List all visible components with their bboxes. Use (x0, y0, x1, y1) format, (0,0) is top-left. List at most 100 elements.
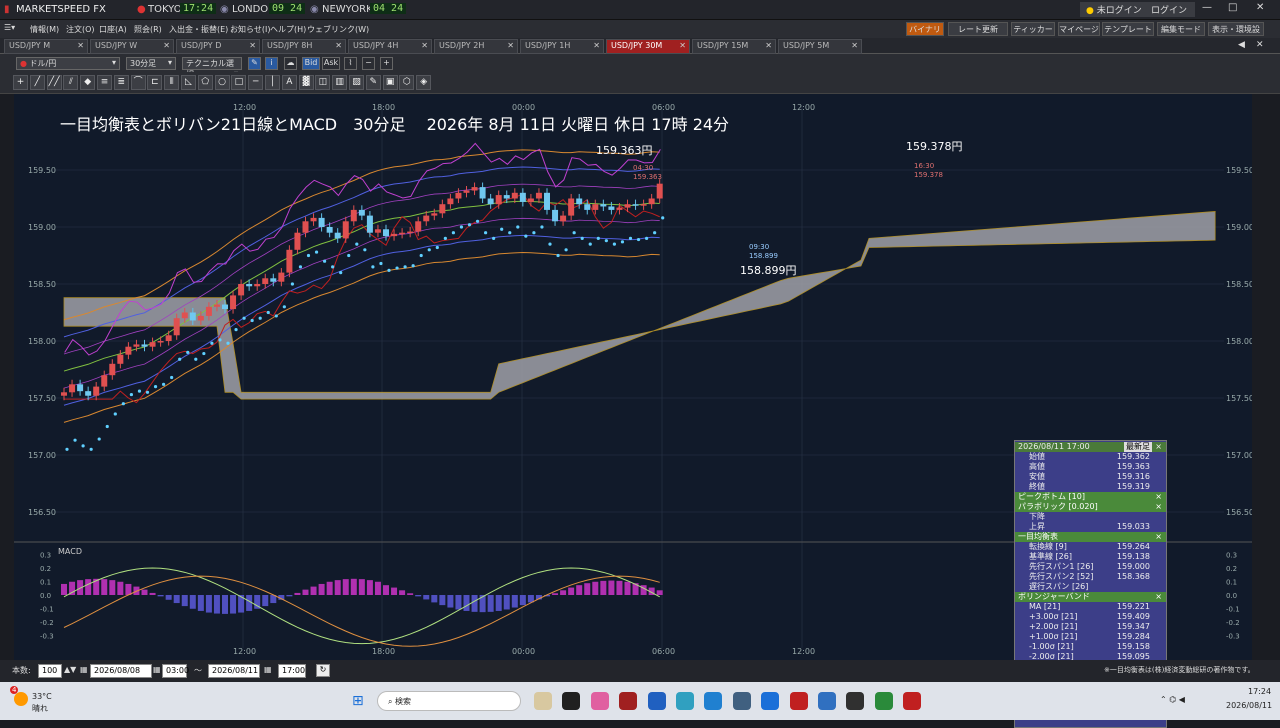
pen-icon[interactable]: ✎ (248, 57, 261, 70)
tray-icons[interactable]: ⌃ ⌬ ◀ (1160, 695, 1185, 704)
text-icon[interactable]: A (281, 75, 297, 90)
login-button[interactable]: ログイン (1143, 2, 1196, 17)
save-icon[interactable]: ▣ (382, 75, 398, 90)
menu-icon[interactable]: ☰▾ (4, 23, 15, 32)
chart-tab[interactable]: USD/JPY M ✕ (4, 39, 88, 54)
calendar-icon-from[interactable]: ▦ (80, 665, 88, 674)
menu-right-item[interactable]: テンプレート (1102, 22, 1154, 36)
menu-item[interactable]: 口座(A) (99, 24, 127, 35)
file-explorer-icon[interactable] (534, 692, 552, 710)
photos-icon[interactable] (704, 692, 723, 710)
menu-right-item[interactable]: マイページ (1058, 22, 1100, 36)
chart-tab[interactable]: USD/JPY 15M ✕ (692, 39, 776, 54)
trend-line-icon[interactable]: ╱ (29, 75, 45, 90)
shape-icon[interactable]: ◈ (416, 75, 432, 90)
to-date-input[interactable]: 2026/08/11 (208, 664, 260, 678)
eraser-icon[interactable]: ◆ (80, 75, 96, 90)
menu-right-item[interactable]: バイナリー (906, 22, 944, 48)
arc-icon[interactable]: ⌒ (130, 75, 146, 90)
mcafee-icon[interactable] (789, 692, 808, 710)
zoom-out-icon[interactable]: − (362, 57, 375, 70)
chart-tab[interactable]: USD/JPY 1H ✕ (520, 39, 604, 54)
tab-close-icon[interactable]: ✕ (765, 41, 772, 50)
menu-item[interactable]: お知らせ(I) (230, 24, 270, 35)
paste-icon[interactable]: ▥ (332, 75, 348, 90)
weather-icon[interactable] (14, 692, 28, 706)
tab-close-icon[interactable]: ✕ (421, 41, 428, 50)
fill-icon[interactable]: ▓ (298, 75, 314, 90)
vertical-line-icon[interactable]: │ (265, 75, 280, 90)
tab-scroll-left-icon[interactable]: ◀ (1238, 40, 1245, 50)
tab-close-icon[interactable]: ✕ (163, 41, 170, 50)
to-time-input[interactable]: 17:00 (278, 664, 306, 678)
crosshair-icon[interactable]: + (13, 75, 28, 90)
chart-tab[interactable]: USD/JPY 2H ✕ (434, 39, 518, 54)
chart-tab[interactable]: USD/JPY W ✕ (90, 39, 174, 54)
tab-close-icon[interactable]: ✕ (679, 41, 686, 50)
close-icon[interactable]: × (1155, 502, 1162, 512)
count-input[interactable]: 100 (38, 664, 62, 678)
from-time-input[interactable]: 03:00 (162, 664, 189, 678)
bid-button[interactable]: Bid (302, 57, 320, 70)
edge-icon[interactable] (676, 692, 694, 710)
close-button[interactable]: ✕ (1256, 2, 1264, 13)
close-icon[interactable]: × (1155, 442, 1162, 452)
menu-right-item[interactable]: レート更新 (948, 22, 1008, 36)
technical-select[interactable]: テクニカル選択▾ (182, 57, 242, 79)
menu-item[interactable]: ウェブリンク(W) (307, 24, 369, 35)
menu-right-item[interactable]: 編集モード (1157, 22, 1205, 36)
chrome-icon[interactable] (874, 692, 893, 710)
interval-select[interactable]: 30分足 ▾ (126, 57, 176, 70)
undo-icon[interactable]: ▨ (349, 75, 364, 90)
search-box[interactable]: ⌕ 検索 (377, 691, 521, 711)
menu-item[interactable]: 入出金・振替(E) (169, 24, 228, 35)
refresh-icon[interactable]: ↻ (316, 664, 330, 677)
menu-item[interactable]: 照会(R) (134, 24, 162, 35)
info-icon[interactable]: i (265, 57, 278, 70)
chart-tab[interactable]: USD/JPY 30M ✕ (606, 39, 690, 54)
bracket-icon[interactable]: ⊏ (147, 75, 163, 90)
pentagon-icon[interactable]: ⬠ (197, 75, 213, 90)
chart-tab[interactable]: USD/JPY 8H ✕ (262, 39, 346, 54)
from-calendar-icon[interactable]: ▦ (153, 665, 161, 674)
tab-close-icon[interactable]: ✕ (593, 41, 600, 50)
parallel-lines-icon[interactable]: ╱╱ (46, 75, 62, 90)
start-icon[interactable]: ⊞ (352, 693, 364, 709)
currency-pair-select[interactable]: ● ドル/円 ▾ (16, 57, 120, 70)
clock-time[interactable]: 17:24 (1248, 687, 1271, 696)
terminal-icon[interactable] (562, 692, 581, 710)
to-calendar-icon[interactable]: ▦ (264, 665, 272, 674)
horizontal-line-icon[interactable]: ─ (248, 75, 264, 90)
menu-right-item[interactable]: 表示・環境設定 (1208, 22, 1264, 48)
app-red-icon[interactable] (619, 692, 638, 710)
ask-button[interactable]: Ask (322, 57, 340, 70)
chart-type-icon[interactable]: ⌇ (344, 57, 357, 70)
store-icon[interactable] (761, 692, 780, 710)
tab-close-icon[interactable]: ✕ (335, 41, 342, 50)
pencil-icon[interactable]: ✎ (365, 75, 381, 90)
close-icon[interactable]: × (1155, 592, 1162, 602)
triangle-icon[interactable]: ◺ (181, 75, 196, 90)
fib-retracement-icon[interactable]: ≣ (113, 75, 129, 90)
outlook-icon[interactable] (647, 692, 666, 710)
menu-item[interactable]: ヘルプ(H) (270, 24, 306, 35)
settings-icon[interactable]: ⬡ (399, 75, 415, 90)
cloud-icon[interactable]: ☁ (284, 57, 297, 70)
menu-right-item[interactable]: ティッカー (1011, 22, 1055, 36)
chart-tab[interactable]: USD/JPY 5M ✕ (778, 39, 862, 54)
rectangle-icon[interactable]: □ (231, 75, 247, 90)
count-spinner[interactable]: ▲▼ (64, 665, 76, 674)
dell-icon[interactable] (732, 692, 751, 710)
tab-close-icon[interactable]: ✕ (851, 41, 858, 50)
from-date-input[interactable]: 2026/08/08 (90, 664, 152, 678)
chart-tab[interactable]: USD/JPY D ✕ (176, 39, 260, 54)
circle-icon[interactable]: ○ (214, 75, 230, 90)
minimize-button[interactable]: — (1202, 2, 1212, 13)
copilot-icon[interactable] (590, 692, 609, 710)
mail-icon[interactable] (818, 692, 836, 710)
copy-icon[interactable]: ◫ (315, 75, 331, 90)
horizontal-lines-icon[interactable]: ≡ (97, 75, 112, 90)
chart-tab[interactable]: USD/JPY 4H ✕ (348, 39, 432, 54)
stock-app-icon[interactable] (846, 692, 865, 710)
tab-close-icon[interactable]: ✕ (77, 41, 84, 50)
